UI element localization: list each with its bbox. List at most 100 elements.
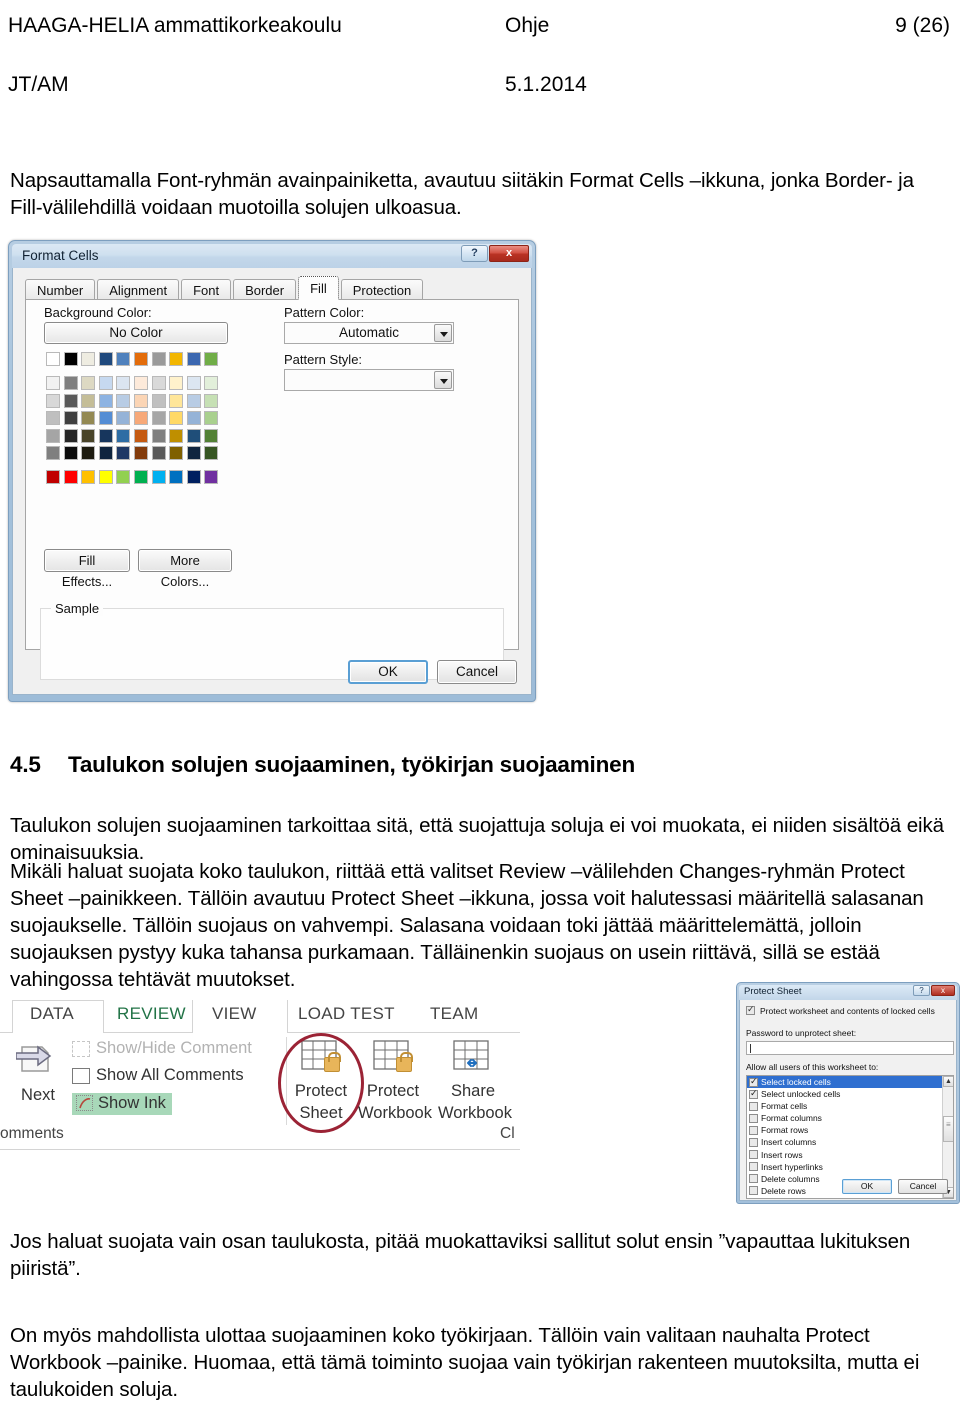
protect-sheet-ok-button[interactable]: OK — [842, 1179, 892, 1194]
palette-swatch-tint-2-4[interactable] — [116, 411, 131, 426]
palette-swatch-tint-3-3[interactable] — [98, 428, 113, 443]
permission-item[interactable]: Select locked cells — [747, 1076, 942, 1089]
palette-swatch-tint-3-9[interactable] — [204, 428, 219, 443]
palette-swatch-tint-2-1[interactable] — [63, 411, 78, 426]
palette-swatch-standard-8[interactable] — [186, 470, 201, 485]
palette-swatch-tint-0-1[interactable] — [63, 376, 78, 391]
palette-swatch-standard-1[interactable] — [63, 470, 78, 485]
help-icon[interactable]: ? — [461, 245, 488, 262]
show-all-comments-item[interactable]: Show All Comments — [96, 1066, 244, 1085]
palette-swatch-tint-2-5[interactable] — [133, 411, 148, 426]
palette-swatch-tint-1-2[interactable] — [81, 393, 96, 408]
palette-swatch-tint-0-2[interactable] — [81, 376, 96, 391]
palette-swatch-tint-4-7[interactable] — [169, 445, 184, 460]
palette-swatch-tint-4-6[interactable] — [151, 445, 166, 460]
palette-swatch-tint-1-6[interactable] — [151, 393, 166, 408]
palette-swatch-standard-0[interactable] — [46, 470, 60, 485]
help-icon-2[interactable]: ? — [913, 985, 930, 996]
palette-swatch-tint-2-7[interactable] — [169, 411, 184, 426]
permission-checkbox[interactable] — [749, 1150, 758, 1160]
protect-worksheet-checkbox-row[interactable]: Protect worksheet and contents of locked… — [746, 1004, 935, 1016]
palette-swatch-tint-4-1[interactable] — [63, 445, 78, 460]
permission-checkbox[interactable] — [749, 1174, 758, 1184]
palette-swatch-tint-0-8[interactable] — [186, 376, 201, 391]
scroll-up-arrow[interactable]: ▲ — [943, 1076, 953, 1087]
chevron-down-icon[interactable] — [434, 324, 452, 342]
palette-swatch-tint-1-0[interactable] — [46, 393, 60, 408]
palette-tint-rows[interactable] — [46, 376, 219, 460]
share-workbook-label-line2[interactable]: Workbook — [430, 1103, 520, 1123]
permission-item[interactable]: Format cells — [747, 1100, 942, 1112]
scrollbar-thumb[interactable] — [943, 1116, 953, 1142]
permission-item[interactable]: Insert rows — [747, 1149, 942, 1161]
palette-swatch-standard-4[interactable] — [116, 470, 131, 485]
tab-border[interactable]: Border — [233, 279, 297, 300]
palette-swatch-tint-4-9[interactable] — [204, 445, 219, 460]
more-colors-button[interactable]: More Colors... — [138, 549, 232, 589]
palette-swatch-tint-4-2[interactable] — [81, 445, 96, 460]
tab-protection[interactable]: Protection — [340, 279, 424, 300]
permission-item[interactable]: Format columns — [747, 1112, 942, 1124]
palette-swatch-theme-8[interactable] — [186, 352, 201, 366]
palette-swatch-tint-1-9[interactable] — [204, 393, 219, 408]
pattern-color-dropdown[interactable]: Automatic — [284, 322, 454, 344]
palette-swatch-tint-0-0[interactable] — [46, 376, 60, 391]
palette-swatch-tint-2-3[interactable] — [98, 411, 113, 426]
palette-swatch-tint-1-1[interactable] — [63, 393, 78, 408]
share-workbook-label-line1[interactable]: Share — [438, 1081, 508, 1101]
palette-swatch-tint-1-4[interactable] — [116, 393, 131, 408]
palette-swatch-theme-3[interactable] — [98, 352, 113, 366]
permission-item[interactable]: Insert columns — [747, 1136, 942, 1148]
protect-workbook-label-line2[interactable]: Workbook — [350, 1103, 440, 1123]
palette-swatch-tint-1-5[interactable] — [133, 393, 148, 408]
palette-swatch-tint-0-3[interactable] — [98, 376, 113, 391]
palette-swatch-tint-2-8[interactable] — [186, 411, 201, 426]
palette-swatch-theme-9[interactable] — [204, 352, 219, 366]
permission-checkbox[interactable] — [749, 1137, 758, 1147]
protect-workbook-label-line1[interactable]: Protect — [356, 1081, 430, 1101]
tab-font[interactable]: Font — [181, 279, 232, 300]
permission-item[interactable]: Insert hyperlinks — [747, 1161, 942, 1173]
no-color-button[interactable]: No Color — [44, 322, 228, 344]
palette-swatch-standard-5[interactable] — [133, 470, 148, 485]
palette-swatch-tint-4-8[interactable] — [186, 445, 201, 460]
permission-item[interactable]: Select unlocked cells — [747, 1088, 942, 1100]
protect-worksheet-checkbox[interactable] — [746, 1004, 755, 1015]
ribbon-tab-review[interactable]: REVIEW — [117, 1004, 186, 1024]
palette-swatch-tint-1-3[interactable] — [98, 393, 113, 408]
palette-swatch-tint-3-0[interactable] — [46, 428, 60, 443]
palette-swatch-standard-6[interactable] — [151, 470, 166, 485]
permission-checkbox[interactable] — [749, 1101, 758, 1111]
palette-swatch-tint-0-5[interactable] — [133, 376, 148, 391]
ribbon-tab-team[interactable]: TEAM — [430, 1004, 478, 1024]
palette-swatch-standard-9[interactable] — [204, 470, 219, 485]
palette-swatch-tint-3-5[interactable] — [133, 428, 148, 443]
permission-item[interactable]: Format rows — [747, 1124, 942, 1136]
next-comment-icon[interactable] — [15, 1041, 58, 1081]
palette-swatch-tint-3-6[interactable] — [151, 428, 166, 443]
ribbon-tab-data[interactable]: DATA — [30, 1004, 74, 1024]
palette-swatch-tint-3-7[interactable] — [169, 428, 184, 443]
close-icon-2[interactable]: x — [931, 985, 955, 996]
permission-checkbox[interactable] — [749, 1186, 758, 1196]
fill-effects-button[interactable]: Fill Effects... — [44, 549, 130, 589]
palette-swatch-tint-2-0[interactable] — [46, 411, 60, 426]
palette-swatch-theme-4[interactable] — [116, 352, 131, 366]
palette-swatch-theme-2[interactable] — [81, 352, 96, 366]
palette-swatch-tint-4-3[interactable] — [98, 445, 113, 460]
chevron-down-icon-2[interactable] — [434, 371, 452, 389]
palette-swatch-tint-2-2[interactable] — [81, 411, 96, 426]
palette-swatch-tint-4-5[interactable] — [133, 445, 148, 460]
palette-swatch-tint-0-9[interactable] — [204, 376, 219, 391]
palette-swatch-theme-6[interactable] — [151, 352, 166, 366]
palette-swatch-standard-7[interactable] — [169, 470, 184, 485]
palette-swatch-tint-3-4[interactable] — [116, 428, 131, 443]
palette-swatch-theme-7[interactable] — [169, 352, 184, 366]
tab-alignment[interactable]: Alignment — [97, 279, 180, 300]
palette-swatch-tint-3-2[interactable] — [81, 428, 96, 443]
palette-swatch-theme-5[interactable] — [133, 352, 148, 366]
tab-number[interactable]: Number — [25, 279, 96, 300]
password-input[interactable] — [746, 1041, 954, 1055]
palette-swatch-tint-3-1[interactable] — [63, 428, 78, 443]
pattern-style-dropdown[interactable] — [284, 369, 454, 391]
